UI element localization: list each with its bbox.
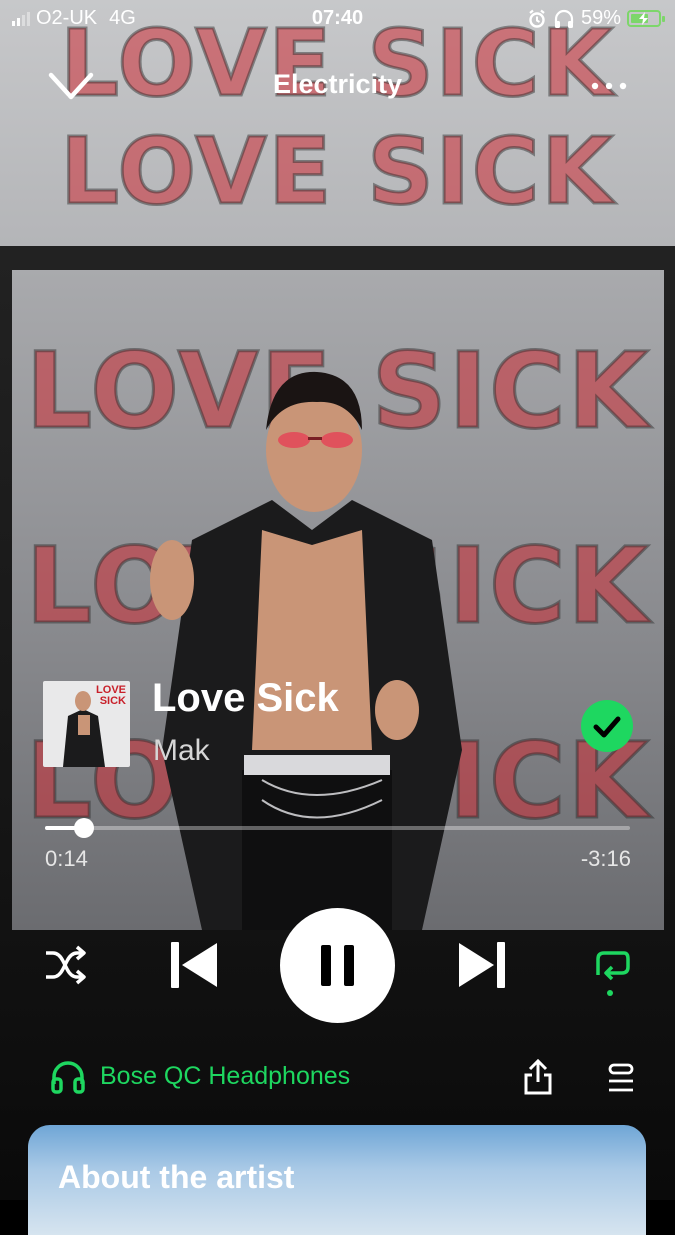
pause-icon bbox=[321, 945, 354, 986]
connected-device-name[interactable]: Bose QC Headphones bbox=[100, 1062, 350, 1091]
time-remaining: -3:16 bbox=[580, 846, 631, 871]
previous-track-icon[interactable] bbox=[168, 939, 220, 991]
queue-icon[interactable] bbox=[606, 1062, 636, 1094]
time-elapsed: 0:14 bbox=[45, 846, 88, 871]
battery-icon bbox=[627, 10, 665, 27]
headphones-icon[interactable] bbox=[50, 1060, 86, 1094]
playback-controls bbox=[0, 905, 675, 1025]
player-header: Electricity bbox=[0, 55, 675, 119]
thumbnail-figure bbox=[63, 691, 105, 767]
track-artist[interactable]: Mak bbox=[153, 734, 210, 768]
track-info: LOVE SICK Love Sick Mak bbox=[43, 676, 637, 770]
battery-percent: 59% bbox=[580, 7, 621, 29]
share-icon[interactable] bbox=[522, 1058, 554, 1096]
alarm-icon bbox=[529, 9, 545, 28]
more-options-icon[interactable] bbox=[589, 71, 629, 101]
playlist-title: Electricity bbox=[272, 69, 403, 99]
check-icon bbox=[593, 716, 621, 738]
pause-button[interactable] bbox=[280, 908, 395, 1023]
status-bar: O2-UK 4G 07:40 59% bbox=[0, 0, 675, 36]
shuffle-icon[interactable] bbox=[43, 945, 87, 985]
watermark-text: LOVE SICK bbox=[59, 117, 615, 227]
artist-figure bbox=[150, 371, 462, 930]
headphones-icon bbox=[554, 9, 574, 28]
next-track-icon[interactable] bbox=[456, 939, 508, 991]
track-thumbnail[interactable]: LOVE SICK bbox=[43, 681, 130, 767]
about-artist-title: About the artist bbox=[58, 1159, 295, 1195]
track-title[interactable]: Love Sick bbox=[152, 676, 339, 721]
about-artist-card[interactable]: About the artist bbox=[28, 1125, 646, 1235]
background-art-top: LOVE SICK LOVE SICK bbox=[0, 0, 675, 246]
liked-button[interactable] bbox=[581, 700, 633, 752]
album-art: LOVE SICK LOVE SICK LOVE SICK bbox=[12, 270, 664, 930]
progress-bar[interactable] bbox=[45, 818, 630, 838]
repeat-icon[interactable] bbox=[588, 945, 634, 999]
connect-device-row: Bose QC Headphones bbox=[48, 1056, 638, 1100]
